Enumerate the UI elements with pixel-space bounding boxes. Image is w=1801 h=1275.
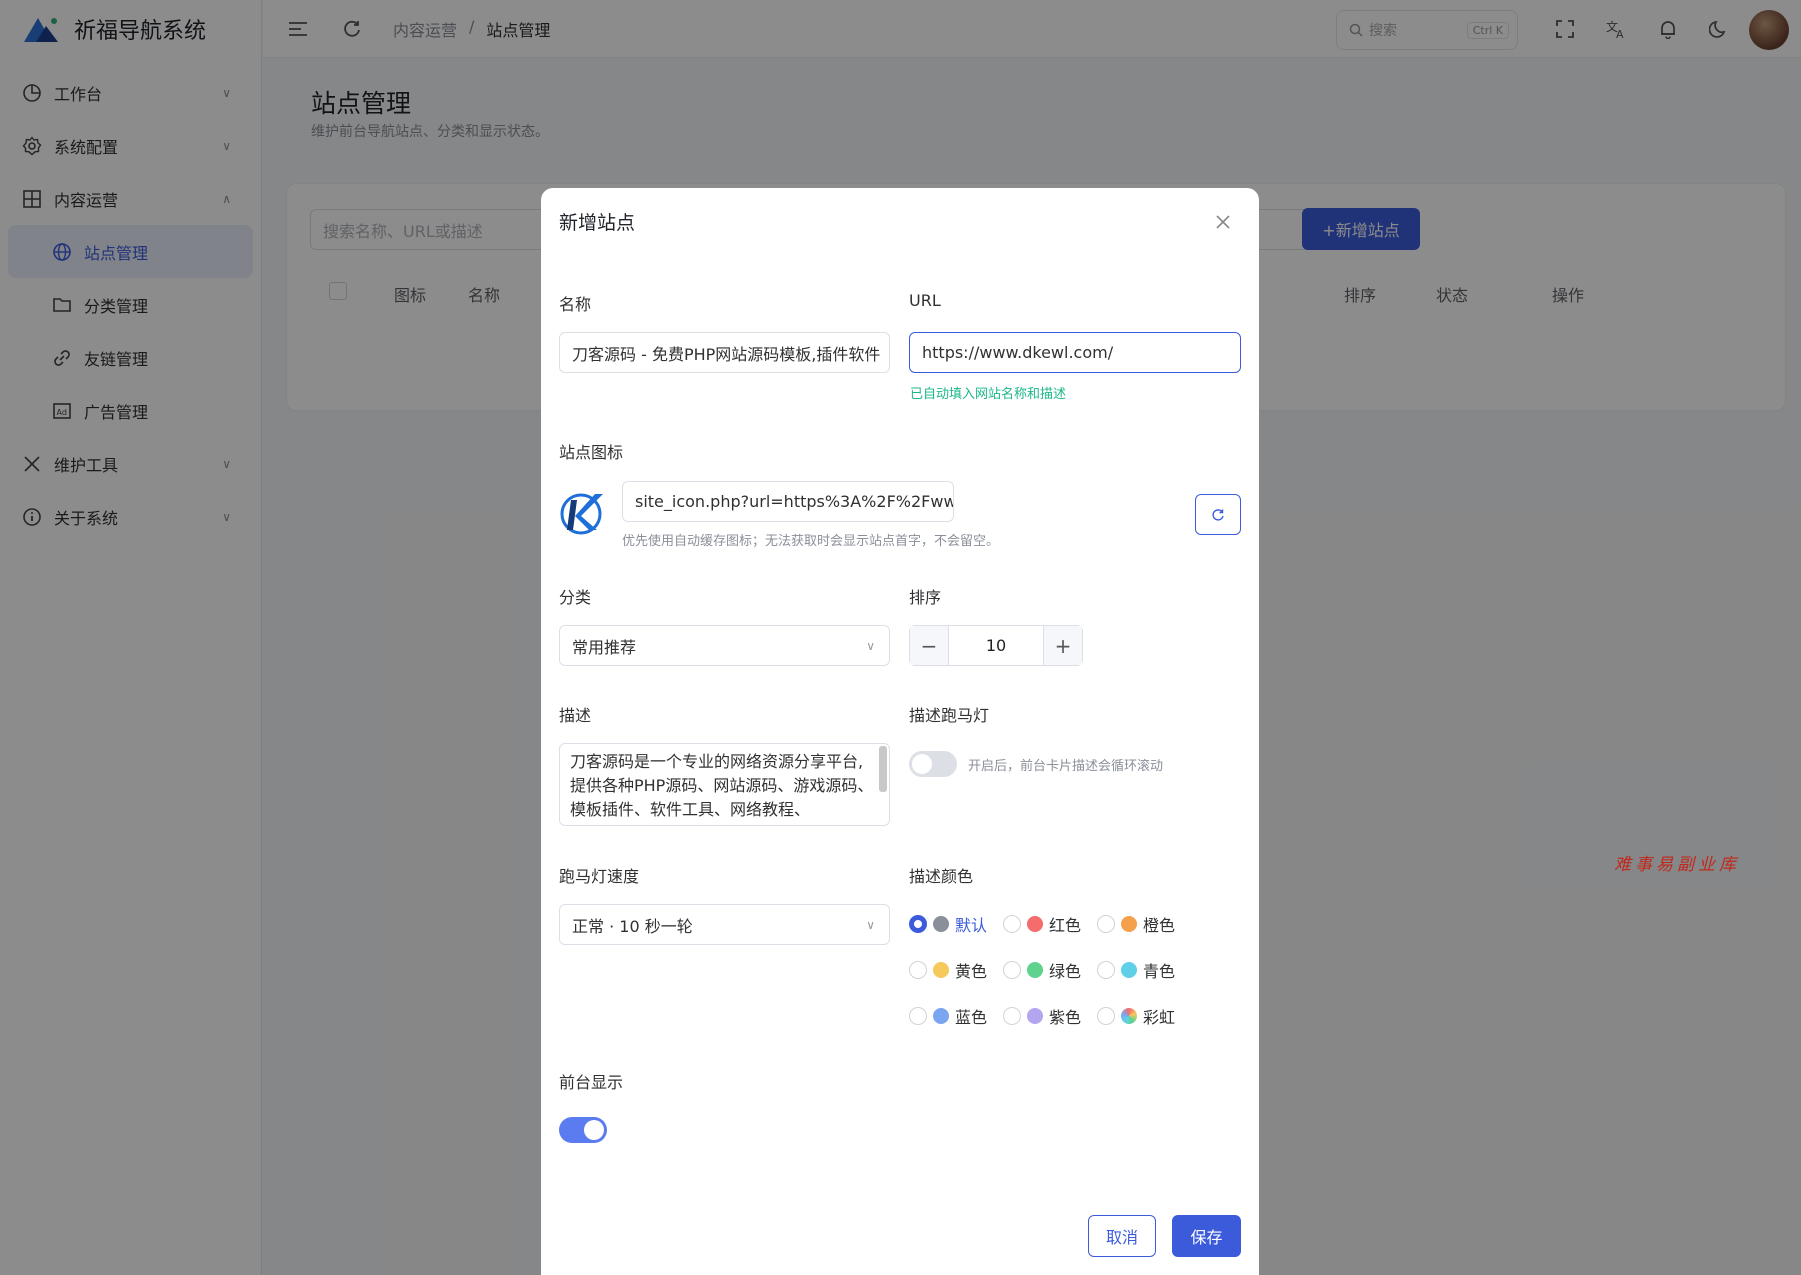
radio[interactable] xyxy=(909,1007,927,1025)
sort-label: 排序 xyxy=(909,588,942,607)
url-field[interactable]: https://www.dkewl.com/ xyxy=(909,332,1241,373)
sort-value[interactable]: 10 xyxy=(948,626,1044,665)
color-option-orange[interactable]: 橙色 xyxy=(1097,912,1175,936)
radio[interactable] xyxy=(1003,915,1021,933)
color-option-red[interactable]: 红色 xyxy=(1003,912,1081,936)
save-button[interactable]: 保存 xyxy=(1172,1215,1241,1257)
color-dot xyxy=(1027,916,1043,932)
radio[interactable] xyxy=(909,961,927,979)
marquee-hint: 开启后，前台卡片描述会循环滚动 xyxy=(968,759,1164,774)
site-icon-preview xyxy=(560,493,603,535)
category-select[interactable]: 常用推荐 ∨ xyxy=(559,625,890,666)
url-hint: 已自动填入网站名称和描述 xyxy=(910,387,1067,402)
dialog-title: 新增站点 xyxy=(559,212,636,234)
color-dot xyxy=(933,916,949,932)
refresh-icon xyxy=(1212,508,1224,521)
color-option-cyan[interactable]: 青色 xyxy=(1097,958,1175,982)
color-option-purple[interactable]: 紫色 xyxy=(1003,1004,1081,1028)
radio[interactable] xyxy=(1003,1007,1021,1025)
speed-select[interactable]: 正常 · 10 秒一轮 ∨ xyxy=(559,904,890,945)
icon-hint: 优先使用自动缓存图标；无法获取时会显示站点首字，不会留空。 xyxy=(622,534,1000,549)
add-site-dialog: 新增站点 名称 刀客源码 - 免费PHP网站源码模板,插件软件 URL http… xyxy=(541,188,1259,1275)
color-option-rainbow[interactable]: 彩虹 xyxy=(1097,1004,1175,1028)
radio[interactable] xyxy=(1097,1007,1115,1025)
close-icon[interactable] xyxy=(1213,212,1233,232)
color-dot xyxy=(1027,1008,1043,1024)
marquee-label: 描述跑马灯 xyxy=(909,706,990,725)
radio[interactable] xyxy=(909,915,927,933)
color-dot xyxy=(1027,962,1043,978)
watermark: 难事易副业库 xyxy=(1614,855,1740,875)
desc-textarea[interactable]: 刀客源码是一个专业的网络资源分享平台,提供各种PHP源码、网站源码、游戏源码、模… xyxy=(559,743,890,826)
color-option-blue[interactable]: 蓝色 xyxy=(909,1004,987,1028)
radio[interactable] xyxy=(1097,961,1115,979)
desc-label: 描述 xyxy=(559,706,592,725)
color-label-text: 绿色 xyxy=(1049,962,1082,981)
color-option-yellow[interactable]: 黄色 xyxy=(909,958,987,982)
visible-toggle[interactable] xyxy=(559,1117,607,1143)
color-option-default[interactable]: 默认 xyxy=(909,912,987,936)
textarea-scrollbar[interactable] xyxy=(879,746,887,792)
color-label-text: 默认 xyxy=(955,916,988,935)
marquee-toggle[interactable] xyxy=(909,751,957,777)
icon-url-field[interactable]: site_icon.php?url=https%3A%2F%2Fwww.dkew… xyxy=(622,481,954,522)
color-label-text: 青色 xyxy=(1143,962,1176,981)
color-option-green[interactable]: 绿色 xyxy=(1003,958,1081,982)
visible-label: 前台显示 xyxy=(559,1073,624,1092)
speed-label: 跑马灯速度 xyxy=(559,867,640,886)
color-label: 描述颜色 xyxy=(909,867,974,886)
category-value: 常用推荐 xyxy=(572,637,637,657)
category-label: 分类 xyxy=(559,588,592,607)
decrement-button[interactable]: − xyxy=(910,626,948,665)
name-label: 名称 xyxy=(559,295,592,314)
color-label-text: 红色 xyxy=(1049,916,1082,935)
name-field[interactable]: 刀客源码 - 免费PHP网站源码模板,插件软件 xyxy=(559,332,890,373)
icon-label: 站点图标 xyxy=(559,443,624,462)
radio[interactable] xyxy=(1003,961,1021,979)
sort-stepper: − 10 + xyxy=(909,625,1083,666)
color-dot xyxy=(1121,962,1137,978)
url-label: URL xyxy=(909,291,941,310)
increment-button[interactable]: + xyxy=(1044,626,1082,665)
color-label-text: 黄色 xyxy=(955,962,988,981)
color-label-text: 蓝色 xyxy=(955,1008,988,1027)
color-dot xyxy=(933,1008,949,1024)
radio[interactable] xyxy=(1097,915,1115,933)
color-dot xyxy=(1121,916,1137,932)
speed-value: 正常 · 10 秒一轮 xyxy=(572,916,693,936)
color-dot xyxy=(933,962,949,978)
color-label-text: 橙色 xyxy=(1143,916,1176,935)
chevron-down-icon: ∨ xyxy=(866,638,875,653)
chevron-down-icon: ∨ xyxy=(866,917,875,932)
cancel-button[interactable]: 取消 xyxy=(1088,1215,1156,1257)
refresh-icon-button[interactable] xyxy=(1195,494,1241,535)
desc-value: 刀客源码是一个专业的网络资源分享平台,提供各种PHP源码、网站源码、游戏源码、模… xyxy=(570,752,874,819)
color-label-text: 彩虹 xyxy=(1143,1008,1176,1027)
color-label-text: 紫色 xyxy=(1049,1008,1082,1027)
color-dot xyxy=(1121,1008,1137,1024)
